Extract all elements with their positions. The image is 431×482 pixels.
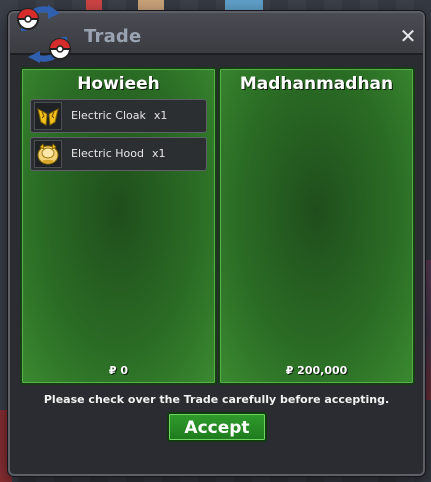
right-trader-name: Madhanmadhan [239,74,394,94]
item-quantity: x1 [151,147,166,160]
item-name: Electric Cloak [71,109,146,122]
window-title: Trade [84,26,142,47]
trade-notice: Please check over the Trade carefully be… [43,393,390,406]
item-name: Electric Hood [71,147,144,160]
trade-item[interactable]: Electric Cloak x1 [30,99,207,133]
accept-button[interactable]: Accept [167,412,267,442]
close-icon[interactable]: ✕ [399,26,417,46]
item-quantity: x1 [153,109,168,122]
electric-hood-icon [34,140,62,168]
right-trader-money: ₽ 200,000 [285,364,348,377]
left-trader-name: Howieeh [77,74,160,94]
electric-cloak-icon [34,102,62,130]
title-bar[interactable]: Trade ✕ [10,5,423,63]
right-trader-panel: Madhanmadhan ₽ 200,000 [218,67,415,385]
left-trader-panel: Howieeh Electric Cloak x1 Electric Hood … [20,67,217,385]
trade-window: Trade ✕ Howieeh Electric Cloak x1 Electr… [8,5,425,476]
trade-exchange-icon [17,5,71,63]
trade-item[interactable]: Electric Hood x1 [30,137,207,171]
left-trader-money: ₽ 0 [108,364,129,377]
